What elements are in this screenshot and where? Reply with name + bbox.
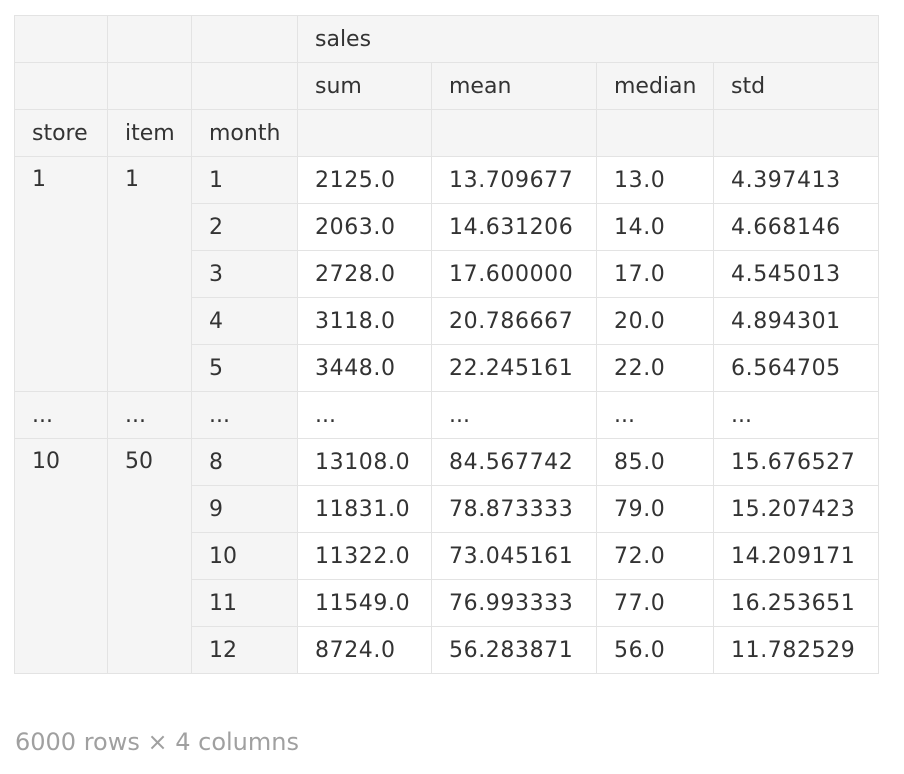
index-month: 11 [191, 579, 298, 627]
ellipsis-cell: ... [596, 391, 714, 439]
cell-sum: 11549.0 [297, 579, 432, 627]
cell-sum: 2063.0 [297, 203, 432, 251]
index-name-store: store [14, 109, 108, 157]
index-month: 8 [191, 438, 298, 486]
ellipsis-cell: ... [191, 391, 298, 439]
ellipsis-cell: ... [713, 391, 879, 439]
cell-sum: 8724.0 [297, 626, 432, 674]
header-blank-item-2 [107, 62, 192, 110]
cell-median: 22.0 [596, 344, 714, 392]
header-row-level-0: sales [14, 15, 879, 63]
cell-median: 14.0 [596, 203, 714, 251]
header-sum: sum [297, 62, 432, 110]
header-blank-store [14, 15, 108, 63]
cell-sum: 11322.0 [297, 532, 432, 580]
index-item: 1 [107, 156, 192, 392]
cell-sum: 13108.0 [297, 438, 432, 486]
index-name-item: item [107, 109, 192, 157]
cell-mean: 17.600000 [431, 250, 597, 298]
ellipsis-cell: ... [431, 391, 597, 439]
header-empty-std [713, 109, 879, 157]
table-row: 1 1 1 2125.0 13.709677 13.0 4.397413 [14, 156, 879, 392]
header-blank-store-2 [14, 62, 108, 110]
ellipsis-cell: ... [107, 391, 192, 439]
cell-mean: 84.567742 [431, 438, 597, 486]
cell-median: 20.0 [596, 297, 714, 345]
cell-std: 14.209171 [713, 532, 879, 580]
index-month: 12 [191, 626, 298, 674]
header-mean: mean [431, 62, 597, 110]
cell-median: 77.0 [596, 579, 714, 627]
cell-std: 4.545013 [713, 250, 879, 298]
cell-sum: 11831.0 [297, 485, 432, 533]
header-blank-item [107, 15, 192, 63]
header-empty-sum [297, 109, 432, 157]
cell-mean: 13.709677 [431, 156, 597, 204]
dataframe-table: sales sum mean median std store item mon… [14, 15, 879, 674]
header-empty-mean [431, 109, 597, 157]
index-store: 10 [14, 438, 108, 674]
cell-sum: 3118.0 [297, 297, 432, 345]
index-month: 4 [191, 297, 298, 345]
header-blank-month [191, 15, 298, 63]
cell-mean: 20.786667 [431, 297, 597, 345]
cell-sum: 2125.0 [297, 156, 432, 204]
cell-mean: 22.245161 [431, 344, 597, 392]
cell-mean: 14.631206 [431, 203, 597, 251]
table-body: 1 1 1 2125.0 13.709677 13.0 4.397413 2 2… [14, 156, 879, 674]
index-month: 1 [191, 156, 298, 204]
cell-std: 4.397413 [713, 156, 879, 204]
index-month: 5 [191, 344, 298, 392]
cell-std: 4.668146 [713, 203, 879, 251]
dataframe-shape-caption: 6000 rows × 4 columns [15, 728, 299, 756]
cell-median: 56.0 [596, 626, 714, 674]
index-month: 3 [191, 250, 298, 298]
cell-mean: 56.283871 [431, 626, 597, 674]
header-std: std [713, 62, 879, 110]
cell-mean: 78.873333 [431, 485, 597, 533]
cell-std: 15.207423 [713, 485, 879, 533]
ellipsis-row: ... ... ... ... ... ... ... [14, 391, 879, 439]
cell-std: 6.564705 [713, 344, 879, 392]
table-header: sales sum mean median std store item mon… [14, 15, 879, 157]
cell-median: 85.0 [596, 438, 714, 486]
table-row: 10 50 8 13108.0 84.567742 85.0 15.676527 [14, 438, 879, 674]
cell-median: 72.0 [596, 532, 714, 580]
cell-std: 16.253651 [713, 579, 879, 627]
cell-median: 79.0 [596, 485, 714, 533]
index-name-month: month [191, 109, 298, 157]
cell-sum: 2728.0 [297, 250, 432, 298]
index-item: 50 [107, 438, 192, 674]
header-row-index-names: store item month [14, 109, 879, 157]
dataframe-output: sales sum mean median std store item mon… [14, 15, 879, 674]
cell-sum: 3448.0 [297, 344, 432, 392]
cell-median: 17.0 [596, 250, 714, 298]
index-month: 9 [191, 485, 298, 533]
header-sales: sales [297, 15, 879, 63]
header-median: median [596, 62, 714, 110]
index-month: 2 [191, 203, 298, 251]
cell-median: 13.0 [596, 156, 714, 204]
header-row-level-1: sum mean median std [14, 62, 879, 110]
ellipsis-cell: ... [14, 391, 108, 439]
cell-std: 11.782529 [713, 626, 879, 674]
index-month: 10 [191, 532, 298, 580]
header-blank-month-2 [191, 62, 298, 110]
header-empty-median [596, 109, 714, 157]
index-store: 1 [14, 156, 108, 392]
cell-mean: 76.993333 [431, 579, 597, 627]
cell-mean: 73.045161 [431, 532, 597, 580]
cell-std: 15.676527 [713, 438, 879, 486]
ellipsis-cell: ... [297, 391, 432, 439]
cell-std: 4.894301 [713, 297, 879, 345]
